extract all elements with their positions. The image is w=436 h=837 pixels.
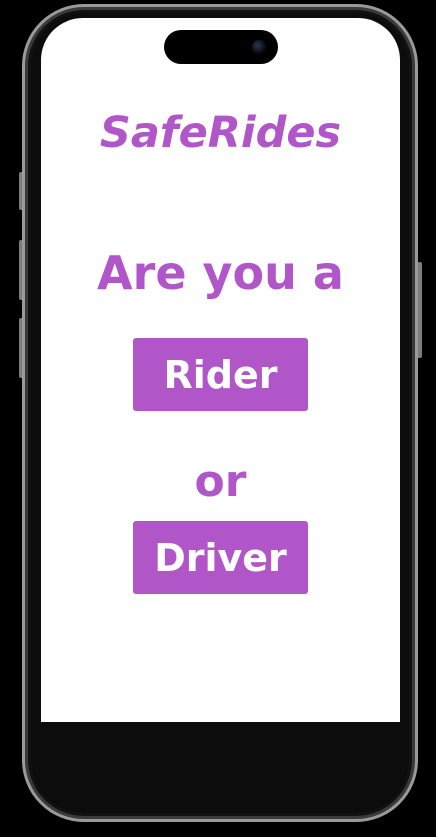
rider-button[interactable]: Rider <box>133 338 308 411</box>
dynamic-island <box>164 30 278 64</box>
camera-icon <box>252 40 266 54</box>
canvas: SafeRides Are you a Rider or Driver <box>0 0 436 837</box>
or-separator: or <box>194 456 247 507</box>
driver-button[interactable]: Driver <box>133 521 308 594</box>
app-screen: SafeRides Are you a Rider or Driver <box>41 18 400 722</box>
app-title: SafeRides <box>99 108 342 158</box>
role-question: Are you a <box>97 246 344 300</box>
